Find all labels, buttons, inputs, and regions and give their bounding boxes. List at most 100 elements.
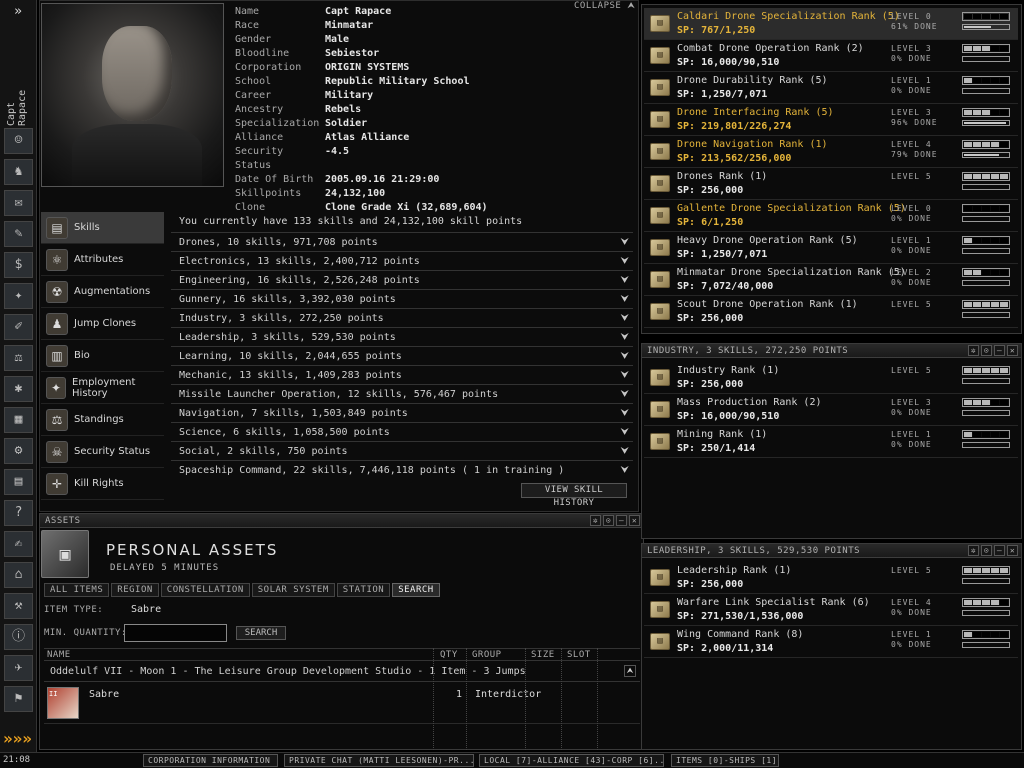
- market-icon[interactable]: ⚖: [4, 345, 33, 371]
- skill-row[interactable]: ▤ Leadership Rank (1) SP: 256,000 LEVEL 5: [644, 562, 1018, 594]
- science-icon[interactable]: ✱: [4, 376, 33, 402]
- neocom-arrow-icon[interactable]: »»»: [3, 730, 33, 748]
- nav-item-skills[interactable]: ▤ Skills: [41, 212, 164, 244]
- settings-icon[interactable]: ⊙: [981, 545, 992, 556]
- pin-icon[interactable]: ✲: [968, 345, 979, 356]
- settings-icon[interactable]: ⊙: [981, 345, 992, 356]
- tab-constellation[interactable]: CONSTELLATION: [160, 583, 250, 597]
- skill-row[interactable]: ▤ Wing Command Rank (8) SP: 2,000/11,314 LE…: [644, 626, 1018, 658]
- chevron-down-icon[interactable]: ⮟: [621, 408, 630, 419]
- skill-row[interactable]: ▤ Drone Navigation Rank (1) SP: 213,562/25…: [644, 136, 1018, 168]
- fitting-icon[interactable]: ⚑: [4, 686, 33, 712]
- character-icon[interactable]: ☺: [4, 128, 33, 154]
- skill-group-row[interactable]: Learning, 10 skills, 2,044,655 points ⮟: [171, 346, 633, 365]
- map-icon[interactable]: ✦: [4, 283, 33, 309]
- nav-item-augmentations[interactable]: ☢ Augmentations: [41, 276, 164, 308]
- mail-icon[interactable]: ✉: [4, 190, 33, 216]
- nav-item-security-status[interactable]: ☠ Security Status: [41, 436, 164, 468]
- skill-row[interactable]: ▤ Drone Interfacing Rank (5) SP: 219,801/2…: [644, 104, 1018, 136]
- chevron-down-icon[interactable]: ⮟: [621, 237, 630, 248]
- chevron-up-icon[interactable]: ⮝: [624, 665, 636, 677]
- skill-group-row[interactable]: Engineering, 16 skills, 2,526,248 points…: [171, 270, 633, 289]
- skill-group-row[interactable]: Navigation, 7 skills, 1,503,849 points ⮟: [171, 403, 633, 422]
- corp-icon[interactable]: ⌂: [4, 562, 33, 588]
- journal-icon[interactable]: ✐: [4, 314, 33, 340]
- chevron-down-icon[interactable]: ⮟: [621, 389, 630, 400]
- skill-row[interactable]: ▤ Scout Drone Operation Rank (1) SP: 256,0…: [644, 296, 1018, 328]
- chevron-down-icon[interactable]: ⮟: [621, 446, 630, 457]
- chevron-down-icon[interactable]: ⮟: [621, 294, 630, 305]
- search-button[interactable]: SEARCH: [236, 626, 286, 640]
- minimize-icon[interactable]: –: [994, 345, 1005, 356]
- skill-row[interactable]: ▤ Drone Durability Rank (5) SP: 1,250/7,07…: [644, 72, 1018, 104]
- chevron-down-icon[interactable]: ⮟: [621, 351, 630, 362]
- nav-item-standings[interactable]: ⚖ Standings: [41, 404, 164, 436]
- info-icon[interactable]: ⓘ: [4, 624, 33, 650]
- chevron-down-icon[interactable]: ⮟: [621, 256, 630, 267]
- nav-item-bio[interactable]: ▥ Bio: [41, 340, 164, 372]
- expand-neocom-icon[interactable]: »: [6, 4, 30, 20]
- pin-icon[interactable]: ✲: [590, 515, 601, 526]
- pin-icon[interactable]: ✲: [968, 545, 979, 556]
- skill-row[interactable]: ▤ Drones Rank (1) SP: 256,000 LEVEL 5: [644, 168, 1018, 200]
- skill-row[interactable]: ▤ Gallente Drone Specialization Rank (5) S…: [644, 200, 1018, 232]
- chevron-down-icon[interactable]: ⮟: [621, 332, 630, 343]
- tab-search[interactable]: SEARCH: [392, 583, 440, 597]
- skill-row[interactable]: ▤ Minmatar Drone Specialization Rank (5) S…: [644, 264, 1018, 296]
- column-size[interactable]: SIZE: [531, 650, 555, 660]
- close-icon[interactable]: ✕: [1007, 545, 1018, 556]
- skill-group-row[interactable]: Spaceship Command, 22 skills, 7,446,118 …: [171, 460, 633, 479]
- table-row[interactable]: [44, 684, 640, 724]
- calculator-icon[interactable]: ▤: [4, 469, 33, 495]
- column-qty[interactable]: QTY: [440, 650, 458, 660]
- contracts-icon[interactable]: ✍: [4, 531, 33, 557]
- skill-row[interactable]: ▤ Combat Drone Operation Rank (2) SP: 16,0…: [644, 40, 1018, 72]
- tab-station[interactable]: STATION: [336, 583, 391, 597]
- skill-group-row[interactable]: Social, 2 skills, 750 points ⮟: [171, 441, 633, 460]
- column-slot[interactable]: SLOT: [567, 650, 591, 660]
- people-icon[interactable]: ♞: [4, 159, 33, 185]
- view-skill-history-button[interactable]: VIEW SKILL HISTORY: [521, 483, 627, 508]
- skill-row[interactable]: ▤ Mining Rank (1) SP: 250/1,414 LEVEL 1 0% D…: [644, 426, 1018, 458]
- column-group[interactable]: GROUP: [472, 650, 502, 660]
- nav-item-kill-rights[interactable]: ✛ Kill Rights: [41, 468, 164, 500]
- ships-icon[interactable]: ✈: [4, 655, 33, 681]
- close-icon[interactable]: ✕: [629, 515, 640, 526]
- skill-group-row[interactable]: Drones, 10 skills, 971,708 points ⮟: [171, 232, 633, 251]
- taskbar-button[interactable]: LOCAL [7]-ALLIANCE [43]-CORP [6]...: [479, 754, 664, 767]
- settings-icon[interactable]: ⚒: [4, 593, 33, 619]
- chevron-down-icon[interactable]: ⮟: [621, 275, 630, 286]
- taskbar-button[interactable]: PRIVATE CHAT (MATTI LEESONEN)-PR...: [284, 754, 474, 767]
- location-row[interactable]: Oddelulf VII - Moon 1 - The Leisure Grou…: [44, 664, 640, 682]
- wallet-icon[interactable]: $: [4, 252, 33, 278]
- column-name[interactable]: NAME: [47, 650, 71, 660]
- skill-group-row[interactable]: Missile Launcher Operation, 12 skills, 5…: [171, 384, 633, 403]
- close-icon[interactable]: ✕: [1007, 345, 1018, 356]
- minimize-icon[interactable]: –: [994, 545, 1005, 556]
- nav-item-attributes[interactable]: ⚛ Attributes: [41, 244, 164, 276]
- notepad-icon[interactable]: ✎: [4, 221, 33, 247]
- skill-row[interactable]: ▤ Caldari Drone Specialization Rank (5) SP…: [644, 8, 1018, 40]
- industry-icon[interactable]: ⚙: [4, 438, 33, 464]
- nav-item-employment-history[interactable]: ✦ Employment History: [41, 372, 164, 404]
- collapse-button[interactable]: COLLAPSE ⮝: [574, 1, 635, 11]
- skill-group-row[interactable]: Gunnery, 16 skills, 3,392,030 points ⮟: [171, 289, 633, 308]
- skill-group-row[interactable]: Leadership, 3 skills, 529,530 points ⮟: [171, 327, 633, 346]
- skill-row[interactable]: ▤ Mass Production Rank (2) SP: 16,000/90,5…: [644, 394, 1018, 426]
- tab-solar-system[interactable]: SOLAR SYSTEM: [251, 583, 335, 597]
- nav-item-jump-clones[interactable]: ♟ Jump Clones: [41, 308, 164, 340]
- min-quantity-input[interactable]: [124, 624, 227, 642]
- skill-group-row[interactable]: Industry, 3 skills, 272,250 points ⮟: [171, 308, 633, 327]
- skill-group-row[interactable]: Mechanic, 13 skills, 1,409,283 points ⮟: [171, 365, 633, 384]
- tab-all-items[interactable]: ALL ITEMS: [44, 583, 110, 597]
- settings-icon[interactable]: ⊙: [603, 515, 614, 526]
- skill-row[interactable]: ▤ Heavy Drone Operation Rank (5) SP: 1,250…: [644, 232, 1018, 264]
- tab-region[interactable]: REGION: [111, 583, 159, 597]
- minimize-icon[interactable]: –: [616, 515, 627, 526]
- chevron-down-icon[interactable]: ⮟: [621, 465, 630, 476]
- chevron-down-icon[interactable]: ⮟: [621, 370, 630, 381]
- taskbar-button[interactable]: ITEMS [0]-SHIPS [1]: [671, 754, 779, 767]
- skill-group-row[interactable]: Electronics, 13 skills, 2,400,712 points…: [171, 251, 633, 270]
- skill-row[interactable]: ▤ Warfare Link Specialist Rank (6) SP: 271…: [644, 594, 1018, 626]
- taskbar-button[interactable]: CORPORATION INFORMATION: [143, 754, 278, 767]
